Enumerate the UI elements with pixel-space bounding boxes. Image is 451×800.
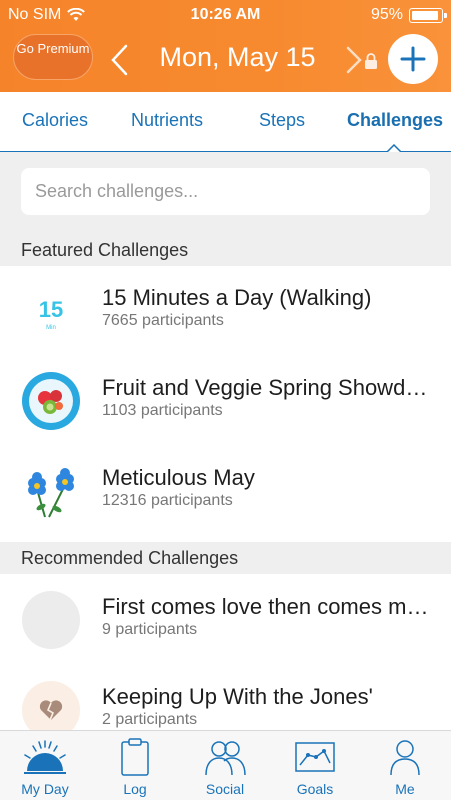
challenge-title: First comes love then comes marriage <box>102 594 437 619</box>
search-area <box>0 152 451 234</box>
participant-count: 2 participants <box>102 711 198 728</box>
nav-label: Me <box>395 781 415 797</box>
search-input[interactable] <box>21 168 430 215</box>
nav-my-day[interactable]: My Day <box>0 731 90 800</box>
tab-steps[interactable]: Steps <box>259 110 305 131</box>
chevron-left-icon[interactable] <box>108 44 132 76</box>
participant-count: 12316 participants <box>102 492 233 509</box>
nav-label: Social <box>205 781 245 797</box>
date-title[interactable]: Mon, May 15 <box>140 42 335 73</box>
svg-text:Min: Min <box>46 325 56 331</box>
list-item[interactable]: 15 Min 15 Minutes a Day (Walking) 7665 p… <box>0 266 451 356</box>
person-icon <box>390 740 420 776</box>
nav-label: Log <box>123 781 147 797</box>
bottom-nav: My Day Log Social Goals Me <box>0 730 451 800</box>
placeholder-circle-icon <box>22 591 80 649</box>
tab-nutrients[interactable]: Nutrients <box>131 110 203 131</box>
chevron-right-icon[interactable] <box>344 46 364 74</box>
challenge-title: Meticulous May <box>102 465 255 490</box>
nav-label: My Day <box>21 781 69 797</box>
battery-status: 95% <box>370 6 447 24</box>
go-premium-button[interactable]: Go Premium <box>13 34 93 80</box>
lock-icon <box>365 53 377 69</box>
fruit-plate-icon <box>22 372 80 430</box>
participant-count: 9 participants <box>102 621 198 638</box>
flowers-icon <box>28 468 74 518</box>
chart-icon <box>295 742 335 772</box>
tab-challenges[interactable]: Challenges <box>347 110 443 131</box>
nav-me[interactable]: Me <box>360 731 450 800</box>
nav-log[interactable]: Log <box>90 731 180 800</box>
challenge-title: 15 Minutes a Day (Walking) <box>102 285 372 310</box>
list-item[interactable]: First comes love then comes marriage 9 p… <box>0 575 451 665</box>
tab-calories[interactable]: Calories <box>22 110 88 131</box>
add-button[interactable] <box>388 34 438 84</box>
15-min-icon: 15 Min <box>22 282 80 340</box>
battery-percent: 95% <box>370 6 403 23</box>
app-header: No SIM 10:26 AM 95% Go Premium Mon, May … <box>0 0 451 92</box>
challenge-title: Keeping Up With the Jones' <box>102 684 373 709</box>
battery-icon <box>409 7 447 23</box>
list-item[interactable]: Fruit and Veggie Spring Showdown 1103 pa… <box>0 356 451 446</box>
clipboard-icon <box>121 738 149 776</box>
participant-count: 1103 participants <box>102 402 223 419</box>
svg-text:15: 15 <box>39 297 63 322</box>
tab-bar: Calories Nutrients Steps Challenges <box>0 92 451 153</box>
recommended-section-header: Recommended Challenges <box>0 542 451 574</box>
plus-icon <box>400 46 426 72</box>
participant-count: 7665 participants <box>102 312 224 329</box>
status-bar: No SIM 10:26 AM 95% <box>0 0 451 30</box>
sunrise-icon <box>24 740 66 774</box>
nav-social[interactable]: Social <box>180 731 270 800</box>
featured-section-header: Featured Challenges <box>0 234 451 266</box>
list-item[interactable]: Meticulous May 12316 participants <box>0 446 451 536</box>
nav-label: Goals <box>296 781 334 797</box>
nav-goals[interactable]: Goals <box>270 731 360 800</box>
people-icon <box>205 741 246 776</box>
challenge-title: Fruit and Veggie Spring Showdown <box>102 375 437 400</box>
